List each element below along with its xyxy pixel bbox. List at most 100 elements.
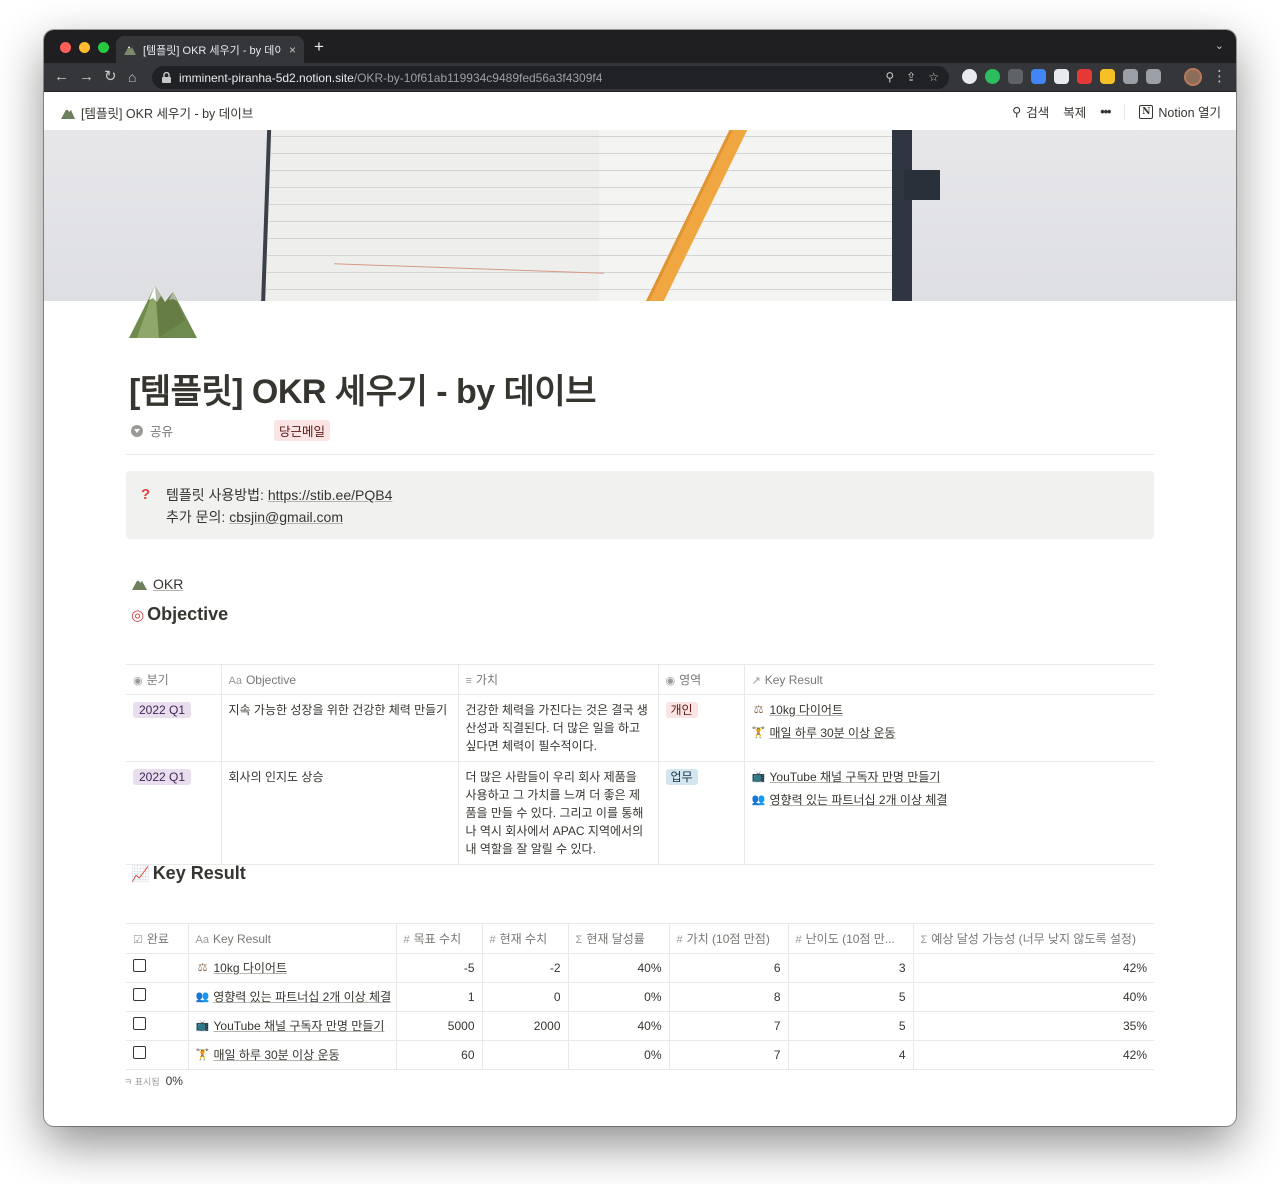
value-score-cell[interactable]: 7 — [668, 1011, 788, 1041]
table-row[interactable]: 2022 Q1 회사의 인지도 상승 더 많은 사람들이 우리 회사 제품을 사… — [126, 761, 1154, 865]
target-cell[interactable]: 60 — [395, 1040, 482, 1070]
contact-email-link[interactable]: cbsjin@gmail.com — [229, 509, 343, 525]
difficulty-cell[interactable]: 5 — [787, 1011, 913, 1041]
current-cell[interactable]: 0 — [481, 982, 568, 1012]
zoom-icon[interactable]: ⚲ — [885, 70, 894, 84]
usage-guide-link[interactable]: https://stib.ee/PQB4 — [268, 487, 393, 503]
column-value[interactable]: ≡ 가치 — [457, 664, 658, 695]
quarter-cell[interactable]: 2022 Q1 — [126, 761, 221, 865]
key-result-link[interactable]: 🏋 매일 하루 30분 이상 운동 — [752, 724, 1148, 742]
extension-7-icon[interactable] — [1100, 69, 1115, 84]
puzzle-extensions-icon[interactable] — [1123, 69, 1138, 84]
maximize-window-button[interactable] — [98, 42, 109, 53]
objective-header-row: ◉ 분기 Aa Objective ≡ 가치 ◉ 영역 ↗ Key Result — [126, 664, 1154, 695]
open-in-notion-button[interactable]: N Notion 열기 — [1139, 102, 1221, 121]
table-footer-calculation[interactable]: ㅋ 표시됨 0% — [124, 1074, 183, 1088]
extension-5-icon[interactable] — [1054, 69, 1069, 84]
name-cell[interactable]: 🏋 매일 하루 30분 이상 운동 — [187, 1040, 396, 1070]
target-cell[interactable]: 5000 — [395, 1011, 482, 1041]
translate-extension-icon[interactable] — [1031, 69, 1046, 84]
done-checkbox[interactable] — [133, 959, 146, 972]
difficulty-cell[interactable]: 3 — [787, 953, 913, 983]
extension-6-icon[interactable] — [1077, 69, 1092, 84]
table-row[interactable]: 👥 영향력 있는 파트너십 2개 이상 체결 1 0 0% 8 5 40% — [126, 982, 1154, 1012]
difficulty-cell[interactable]: 5 — [787, 982, 913, 1012]
new-tab-button[interactable]: + — [314, 37, 324, 57]
table-row[interactable]: 🏋 매일 하루 30분 이상 운동 60 0% 7 4 42% — [126, 1040, 1154, 1070]
column-objective[interactable]: Aa Objective — [220, 664, 458, 695]
column-quarter[interactable]: ◉ 분기 — [126, 664, 221, 695]
column-target[interactable]: # 목표 수치 — [395, 923, 482, 954]
evernote-extension-icon[interactable] — [985, 69, 1000, 84]
objective-cell[interactable]: 회사의 인지도 상승 — [220, 761, 458, 865]
key-result-cell[interactable]: 📺 YouTube 채널 구독자 만명 만들기 👥 영향력 있는 파트너십 2개 이… — [743, 761, 1154, 865]
area-cell[interactable]: 개인 — [657, 694, 744, 762]
notebook-band — [904, 170, 940, 200]
difficulty-cell[interactable]: 4 — [787, 1040, 913, 1070]
name-cell[interactable]: ⚖ 10kg 다이어트 — [187, 953, 396, 983]
current-cell[interactable]: 2000 — [481, 1011, 568, 1041]
forward-arrow-icon[interactable]: → — [79, 67, 94, 87]
close-window-button[interactable] — [60, 42, 71, 53]
column-difficulty[interactable]: # 난이도 (10점 만... — [787, 923, 913, 954]
value-score-cell[interactable]: 8 — [668, 982, 788, 1012]
home-icon[interactable]: ⌂ — [128, 67, 136, 87]
okr-page-link[interactable]: OKR — [132, 576, 183, 592]
browser-menu-icon[interactable]: ⋮ — [1212, 67, 1227, 85]
minimize-window-button[interactable] — [79, 42, 90, 53]
tab-close-icon[interactable]: × — [289, 43, 296, 57]
key-result-link[interactable]: 📺 YouTube 채널 구독자 만명 만들기 — [752, 768, 1148, 786]
profile-avatar[interactable] — [1184, 68, 1202, 86]
column-rate[interactable]: Σ 현재 달성률 — [567, 923, 669, 954]
done-checkbox[interactable] — [133, 1017, 146, 1030]
quarter-cell[interactable]: 2022 Q1 — [126, 694, 221, 762]
address-bar[interactable]: imminent-piranha-5d2.notion.site/OKR-by-… — [152, 66, 949, 89]
target-cell[interactable]: -5 — [395, 953, 482, 983]
name-cell[interactable]: 👥 영향력 있는 파트너십 2개 이상 체결 — [187, 982, 396, 1012]
key-result-link[interactable]: 👥 영향력 있는 파트너십 2개 이상 체결 — [752, 791, 1148, 809]
reading-list-icon[interactable] — [1146, 69, 1161, 84]
column-likelihood[interactable]: Σ 예상 달성 가능성 (너무 낮지 않도록 설정) — [912, 923, 1154, 954]
done-checkbox[interactable] — [133, 1046, 146, 1059]
current-cell[interactable] — [481, 1040, 568, 1070]
target-cell[interactable]: 1 — [395, 982, 482, 1012]
done-checkbox[interactable] — [133, 988, 146, 1001]
property-value-tag[interactable]: 당근메일 — [274, 420, 331, 441]
column-area[interactable]: ◉ 영역 — [657, 664, 744, 695]
tab-search-chevron-icon[interactable]: ⌄ — [1215, 39, 1224, 52]
browser-tab[interactable]: [템플릿] OKR 세우기 - by 데이브 × — [116, 36, 304, 63]
table-row[interactable]: 2022 Q1 지속 가능한 성장을 위한 건강한 체력 만들기 건강한 체력을… — [126, 694, 1154, 762]
done-cell[interactable] — [126, 953, 188, 983]
name-cell[interactable]: 📺 YouTube 채널 구독자 만명 만들기 — [187, 1011, 396, 1041]
done-cell[interactable] — [126, 1011, 188, 1041]
value-cell[interactable]: 더 많은 사람들이 우리 회사 제품을 사용하고 그 가치를 느껴 더 좋은 제… — [457, 761, 658, 865]
table-row[interactable]: ⚖ 10kg 다이어트 -5 -2 40% 6 3 42% — [126, 953, 1154, 983]
extension-3-icon[interactable] — [1008, 69, 1023, 84]
table-row[interactable]: 📺 YouTube 채널 구독자 만명 만들기 5000 2000 40% 7 5… — [126, 1011, 1154, 1041]
value-cell[interactable]: 건강한 체력을 가진다는 것은 결국 생산성과 직결된다. 더 많은 일을 하고… — [457, 694, 658, 762]
key-result-link[interactable]: ⚖ 10kg 다이어트 — [752, 701, 1148, 719]
more-options-icon[interactable]: ••• — [1100, 105, 1111, 119]
search-button[interactable]: ⚲ 검색 — [1012, 102, 1049, 121]
column-done[interactable]: ☑ 완료 — [126, 923, 188, 954]
current-cell[interactable]: -2 — [481, 953, 568, 983]
duplicate-button[interactable]: 복제 — [1063, 102, 1086, 121]
extension-1-icon[interactable] — [962, 69, 977, 84]
key-result-cell[interactable]: ⚖ 10kg 다이어트 🏋 매일 하루 30분 이상 운동 — [743, 694, 1154, 762]
column-key-result[interactable]: ↗ Key Result — [743, 664, 1154, 695]
column-current[interactable]: # 현재 수치 — [481, 923, 568, 954]
area-cell[interactable]: 업무 — [657, 761, 744, 865]
objective-cell[interactable]: 지속 가능한 성장을 위한 건강한 체력 만들기 — [220, 694, 458, 762]
column-key-result[interactable]: Aa Key Result — [187, 923, 396, 954]
column-value-score[interactable]: # 가치 (10점 만점) — [668, 923, 788, 954]
value-score-cell[interactable]: 6 — [668, 953, 788, 983]
share-icon[interactable]: ⇪ — [906, 70, 916, 84]
done-cell[interactable] — [126, 982, 188, 1012]
value-score-cell[interactable]: 7 — [668, 1040, 788, 1070]
done-cell[interactable] — [126, 1040, 188, 1070]
bookmark-star-icon[interactable]: ☆ — [928, 70, 939, 84]
back-arrow-icon[interactable]: ← — [54, 67, 69, 87]
breadcrumb[interactable]: [템플릿] OKR 세우기 - by 데이브 — [61, 103, 253, 122]
page-mountain-icon[interactable] — [129, 280, 197, 338]
reload-icon[interactable]: ↻ — [104, 67, 117, 87]
